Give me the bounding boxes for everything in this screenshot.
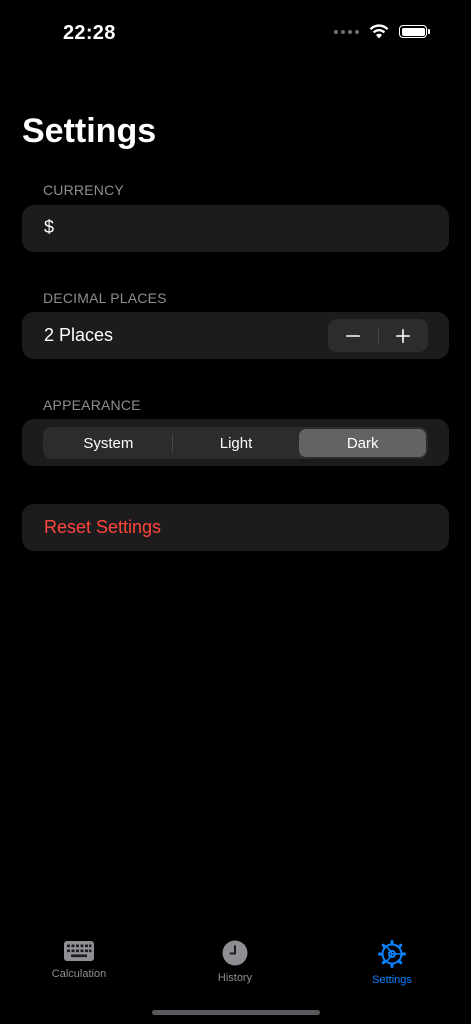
increment-button[interactable] bbox=[379, 319, 429, 352]
tab-history-label: History bbox=[217, 972, 253, 984]
currency-field[interactable]: $ bbox=[22, 205, 449, 252]
home-indicator[interactable] bbox=[152, 1010, 320, 1015]
status-bar: 22:28 bbox=[0, 0, 471, 60]
tab-calculation[interactable]: Calculation bbox=[19, 940, 139, 980]
clock-icon bbox=[222, 940, 248, 966]
appearance-section-header: APPEARANCE bbox=[43, 397, 141, 413]
decimal-places-label: 2 Places bbox=[44, 325, 114, 345]
minus-icon bbox=[345, 334, 360, 337]
decimal-places-section-header: DECIMAL PLACES bbox=[43, 290, 167, 306]
tab-settings-label: Settings bbox=[372, 974, 412, 986]
currency-section-header: CURRENCY bbox=[43, 182, 124, 198]
battery-icon bbox=[399, 25, 430, 38]
currency-value[interactable]: $ bbox=[44, 217, 54, 238]
appearance-segmented-control[interactable]: System Light Dark bbox=[43, 427, 428, 459]
decrement-button[interactable] bbox=[328, 319, 378, 352]
segment-light[interactable]: Light bbox=[173, 429, 300, 457]
tab-settings[interactable]: Settings bbox=[332, 940, 452, 986]
wifi-icon bbox=[369, 24, 389, 39]
appearance-row: System Light Dark bbox=[22, 419, 449, 466]
page-title: Settings bbox=[22, 112, 157, 150]
reset-settings-button[interactable]: Reset Settings bbox=[22, 504, 449, 551]
keyboard-icon bbox=[64, 941, 94, 961]
segment-system[interactable]: System bbox=[45, 429, 172, 457]
tab-history[interactable]: History bbox=[175, 940, 295, 984]
tab-bar: Calculation History Settings bbox=[0, 930, 471, 1000]
gear-icon bbox=[378, 940, 406, 968]
cellular-signal-icon bbox=[334, 29, 359, 34]
status-indicators bbox=[334, 24, 430, 39]
decimal-places-row: 2 Places bbox=[22, 312, 449, 359]
decimal-places-stepper[interactable] bbox=[328, 319, 428, 352]
tab-calculation-label: Calculation bbox=[51, 968, 107, 980]
status-time: 22:28 bbox=[63, 22, 116, 44]
plus-icon bbox=[396, 328, 411, 343]
segment-dark[interactable]: Dark bbox=[299, 429, 427, 457]
reset-settings-label: Reset Settings bbox=[44, 517, 162, 537]
